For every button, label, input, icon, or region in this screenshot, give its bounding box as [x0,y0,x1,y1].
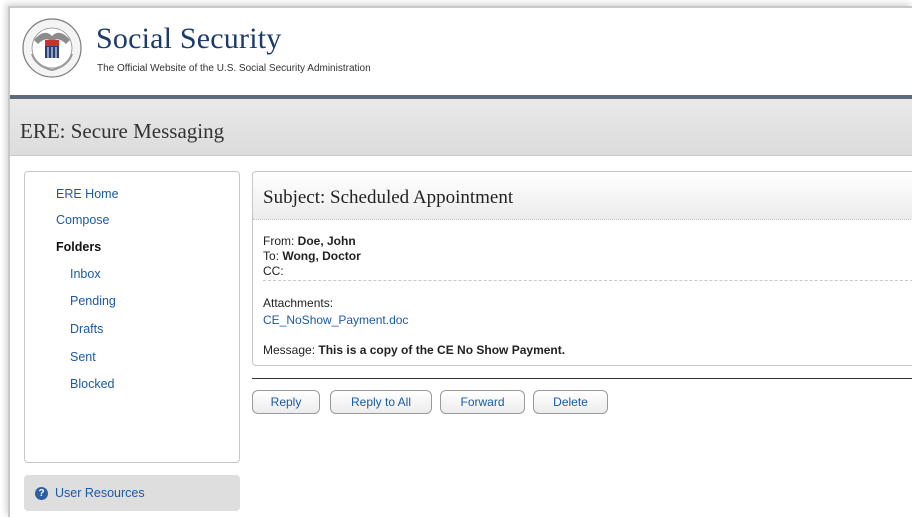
user-resources-panel[interactable]: ? User Resources [24,475,240,511]
cc-label: CC: [263,264,284,278]
forward-button[interactable]: Forward [440,390,525,414]
page-title: ERE: Secure Messaging [20,119,225,143]
attachments-label: Attachments: [263,296,334,310]
sidebar-item-inbox[interactable]: Inbox [70,267,101,281]
subject-bar: Subject: Scheduled Appointment [253,172,912,220]
ssa-seal-icon [22,18,82,78]
message-panel: Subject: Scheduled Appointment From: Doe… [252,171,912,366]
message-label: Message: [263,343,319,357]
reply-all-button[interactable]: Reply to All [330,390,432,414]
sidebar-item-drafts[interactable]: Drafts [70,322,103,336]
action-divider [252,378,912,379]
sidebar-item-blocked[interactable]: Blocked [70,377,114,391]
from-field: From: Doe, John [263,234,356,248]
help-icon: ? [35,487,48,500]
from-label: From: [263,234,298,248]
from-value: Doe, John [297,234,356,248]
sidebar-item-sent[interactable]: Sent [70,350,96,364]
site-title: Social Security [96,22,282,55]
sidebar-heading-folders: Folders [56,240,102,254]
header-separator [263,280,912,281]
to-value: Wong, Doctor [282,249,361,263]
to-label: To: [263,249,283,263]
site-header: Social Security The Official Website of … [10,8,912,95]
sidebar-item-pending[interactable]: Pending [70,294,116,308]
message-subject: Subject: Scheduled Appointment [263,187,514,208]
site-subtitle: The Official Website of the U.S. Social … [97,63,371,74]
browser-window: Social Security The Official Website of … [8,6,912,517]
message-text: This is a copy of the CE No Show Payment… [318,343,566,357]
user-resources-link[interactable]: User Resources [55,486,145,500]
sidebar-item-ere-home[interactable]: ERE Home [56,187,119,201]
attachment-link[interactable]: CE_NoShow_Payment.doc [263,313,408,327]
page-title-band: ERE: Secure Messaging [10,99,912,156]
sidebar-nav: ERE Home Compose Folders Inbox Pending D… [24,171,240,463]
message-body: Message: This is a copy of the CE No Sho… [263,343,565,357]
to-field: To: Wong, Doctor [263,249,361,263]
reply-button[interactable]: Reply [252,390,320,414]
sidebar-item-compose[interactable]: Compose [56,213,110,227]
delete-button[interactable]: Delete [533,390,608,414]
